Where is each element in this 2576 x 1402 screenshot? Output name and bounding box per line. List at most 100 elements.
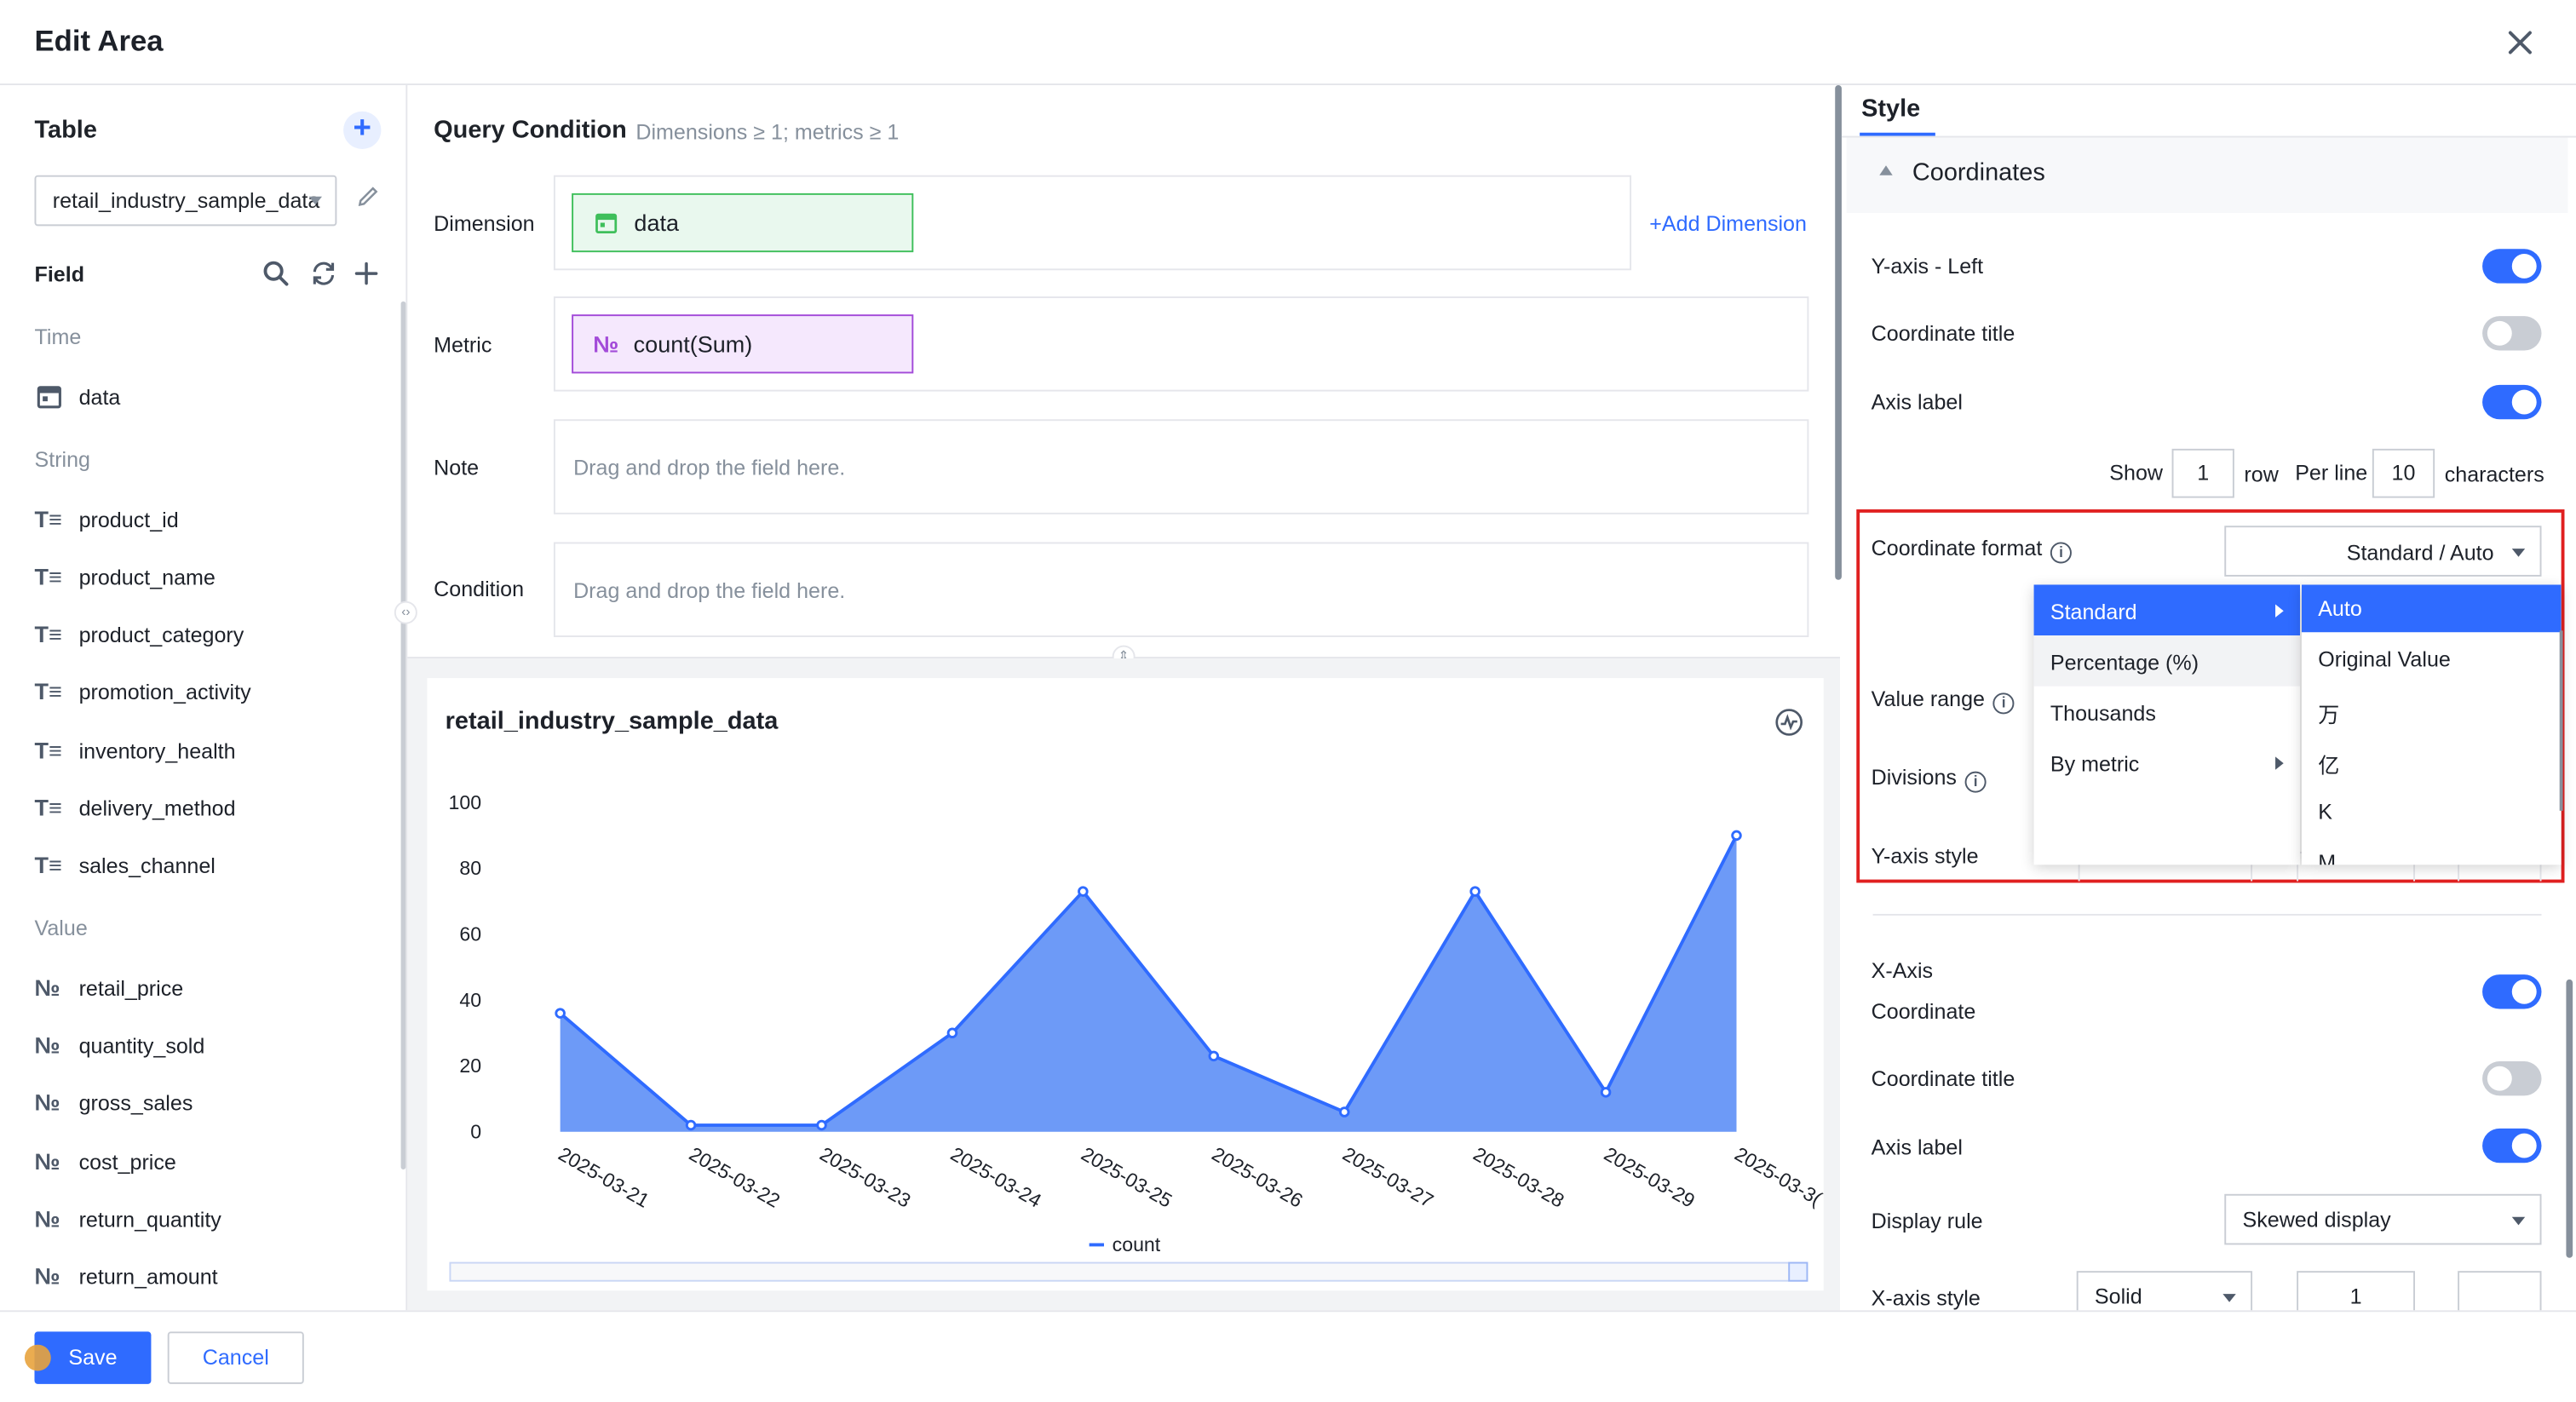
submenu-item-yi[interactable]: 亿: [2302, 737, 2562, 788]
menu-item-by-metric[interactable]: By metric: [2034, 737, 2300, 788]
query-title: Query Condition: [434, 116, 627, 145]
menu-item-label: K: [2318, 799, 2332, 825]
x-tick-label: 2025-03-24: [947, 1142, 1046, 1212]
x-axis-label: X-Axis: [1871, 957, 1934, 983]
y-tick-label: 60: [459, 923, 481, 945]
data-point: [1600, 1087, 1612, 1098]
submenu-item-m[interactable]: M: [2302, 839, 2562, 865]
x-tick-label: 2025-03-27: [1339, 1142, 1437, 1211]
menu-item-label: Standard: [2050, 599, 2137, 624]
axis-label-toggle[interactable]: [2482, 384, 2542, 420]
dialog-header: Edit Area: [0, 0, 2576, 85]
submenu-item-k[interactable]: K: [2302, 788, 2562, 839]
metric-chip[interactable]: № count(Sum): [572, 314, 914, 374]
field-item[interactable]: № cost_price: [34, 1145, 175, 1177]
chevron-right-icon: [2275, 756, 2284, 770]
menu-item-label: M: [2318, 849, 2337, 865]
display-rule-select[interactable]: Skewed display: [2224, 1193, 2542, 1245]
field-label: product_id: [78, 507, 179, 531]
field-item[interactable]: № return_amount: [34, 1260, 217, 1292]
x-tick-label: 2025-03-26: [1208, 1142, 1306, 1211]
y-tick-label: 100: [448, 791, 481, 813]
dimension-chip[interactable]: data: [572, 192, 914, 253]
condition-label: Condition: [434, 576, 525, 601]
field-item[interactable]: T≡ promotion_activity: [34, 675, 250, 707]
submenu-item-auto[interactable]: Auto: [2301, 584, 2562, 633]
metric-label: Metric: [434, 332, 492, 358]
field-item[interactable]: № quantity_sold: [34, 1029, 204, 1061]
display-rule-label: Display rule: [1871, 1209, 1983, 1233]
rows-input[interactable]: 1: [2171, 448, 2234, 498]
query-scrollbar[interactable]: [1835, 84, 1842, 580]
text-field-icon: T≡: [34, 506, 62, 532]
dimension-label: Dimension: [434, 211, 535, 236]
metric-chip-label: count(Sum): [633, 330, 753, 358]
add-dimension-label: Add Dimension: [1661, 211, 1807, 236]
field-item[interactable]: T≡ inventory_health: [34, 733, 235, 766]
add-field-icon[interactable]: [352, 259, 382, 289]
text-field-icon: T≡: [34, 737, 62, 764]
field-item[interactable]: T≡ product_category: [34, 618, 244, 650]
search-icon[interactable]: [262, 259, 291, 289]
field-item[interactable]: № retail_price: [34, 971, 183, 1003]
add-dimension-link[interactable]: +Add Dimension: [1649, 211, 1807, 236]
field-item[interactable]: T≡ sales_channel: [34, 848, 215, 881]
add-table-button[interactable]: +: [343, 111, 382, 149]
menu-item-percentage[interactable]: Percentage (%): [2033, 635, 2300, 687]
y-axis-left-toggle[interactable]: [2482, 249, 2542, 284]
submenu-item-original[interactable]: Original Value: [2302, 635, 2562, 687]
table-select[interactable]: retail_industry_sample_data: [34, 175, 337, 227]
x-coordinate-toggle[interactable]: [2482, 974, 2542, 1009]
cancel-button[interactable]: Cancel: [167, 1331, 304, 1384]
x-tick-label: 2025-03-3(: [1731, 1142, 1824, 1210]
data-point: [555, 1008, 566, 1019]
chevron-down-icon: [2511, 1216, 2526, 1226]
note-dropzone[interactable]: Drag and drop the field here.: [553, 419, 1809, 514]
menu-item-label: Percentage (%): [2050, 650, 2199, 675]
style-scrollbar[interactable]: [2566, 979, 2573, 1258]
tab-style[interactable]: Style: [1861, 95, 1920, 124]
chart-title: retail_industry_sample_data: [445, 707, 779, 736]
field-item[interactable]: T≡ delivery_method: [34, 791, 235, 824]
y-tick-label: 40: [459, 989, 481, 1011]
field-label: delivery_method: [78, 795, 236, 820]
data-point: [1731, 830, 1742, 842]
condition-dropzone[interactable]: Drag and drop the field here.: [553, 542, 1809, 638]
field-label: product_category: [78, 621, 244, 646]
x-coordinate-label: Coordinate: [1871, 998, 1976, 1024]
coordinates-section-header[interactable]: Coordinates: [1846, 137, 2568, 213]
menu-item-thousands[interactable]: Thousands: [2034, 687, 2300, 738]
dialog-footer: Save Cancel: [0, 1310, 2576, 1402]
data-point: [1469, 886, 1481, 897]
submenu-item-wan[interactable]: 万: [2302, 687, 2562, 738]
chart-type-icon[interactable]: [1774, 708, 1804, 738]
text-field-icon: T≡: [34, 678, 62, 704]
dimension-dropzone[interactable]: data: [553, 175, 1632, 271]
close-icon[interactable]: [2500, 23, 2539, 62]
edit-icon[interactable]: [355, 183, 382, 210]
field-item[interactable]: № return_quantity: [34, 1202, 221, 1234]
field-list-scrollbar[interactable]: [400, 301, 406, 1169]
coord-title-toggle[interactable]: [2482, 316, 2542, 351]
metric-dropzone[interactable]: № count(Sum): [553, 296, 1809, 392]
coord-format-value: Standard / Auto: [2346, 540, 2494, 566]
coord-format-select[interactable]: Standard / Auto: [2224, 526, 2542, 577]
menu-item-standard[interactable]: Standard: [2033, 584, 2300, 636]
chars-input[interactable]: 10: [2372, 448, 2435, 498]
x-axis-label-toggle[interactable]: [2482, 1128, 2542, 1164]
field-item[interactable]: T≡ product_name: [34, 560, 215, 593]
save-button[interactable]: Save: [34, 1331, 152, 1384]
field-label: retail_price: [78, 975, 184, 1000]
refresh-icon[interactable]: [309, 259, 339, 289]
field-item[interactable]: data: [34, 380, 120, 412]
submenu-scrollbar[interactable]: [2559, 630, 2563, 811]
x-tick-label: 2025-03-23: [816, 1142, 914, 1211]
axis-label-label: Axis label: [1871, 389, 1963, 415]
number-field-icon: №: [34, 1147, 60, 1175]
y-tick-label: 20: [459, 1054, 481, 1077]
zoom-slider: [449, 1261, 1808, 1282]
x-coord-title-toggle[interactable]: [2482, 1061, 2542, 1096]
field-item[interactable]: № gross_sales: [34, 1086, 193, 1118]
per-line-label: Per line: [2295, 460, 2368, 486]
field-item[interactable]: T≡ product_id: [34, 503, 178, 535]
